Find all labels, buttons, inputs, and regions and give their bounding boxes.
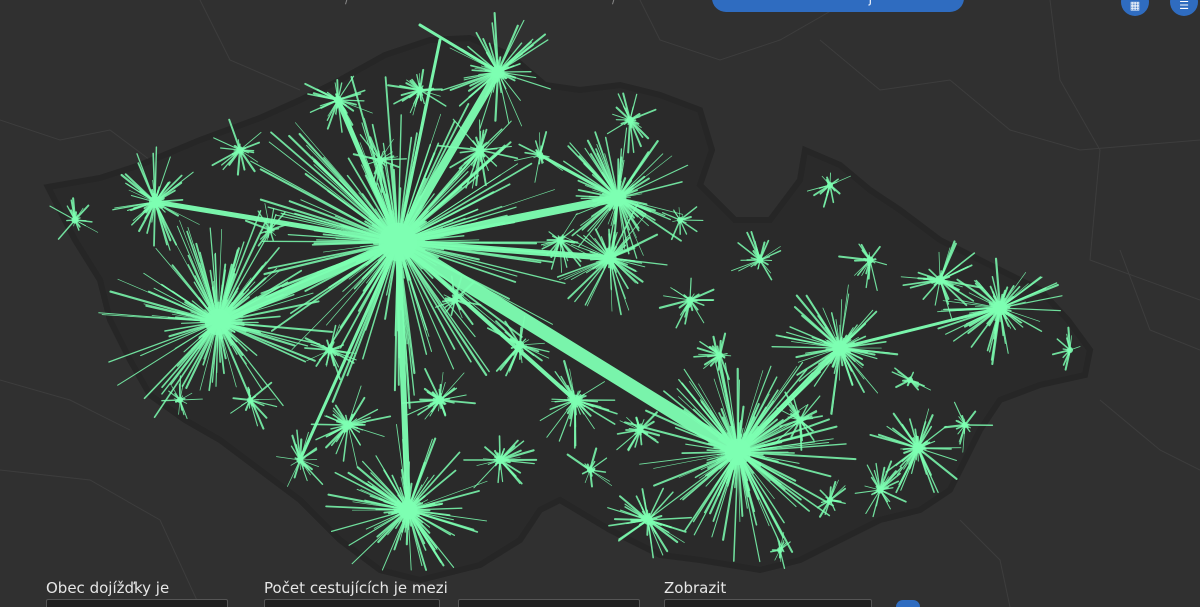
hub-core — [378, 222, 418, 262]
top-bar-text-left-a: / — [345, 0, 349, 6]
hub-core — [376, 156, 384, 164]
hub-core — [267, 227, 273, 233]
hub-core — [609, 189, 627, 207]
hub-core — [935, 275, 945, 285]
hub-core — [643, 515, 653, 525]
hub-core — [777, 547, 783, 553]
passenger-count-min-input[interactable] — [264, 599, 440, 607]
hub-core — [491, 65, 505, 79]
filter-bar: Obec dojížďky je Počet cestujících je me… — [0, 574, 1200, 607]
hub-core — [962, 422, 968, 428]
hub-core — [177, 397, 183, 403]
hub-core — [451, 296, 459, 304]
hub-core — [832, 340, 848, 356]
hub-core — [333, 95, 343, 105]
hub-core — [495, 455, 505, 465]
display-label: Zobrazit — [664, 579, 727, 597]
commute-flow-map[interactable] — [0, 0, 1200, 607]
hub-core — [626, 116, 634, 124]
hub-core — [587, 467, 593, 473]
hub-core — [71, 216, 79, 224]
hub-core — [686, 296, 694, 304]
map-view[interactable]: / / j ▦ ☰ Obec dojížďky je Počet cestují… — [0, 0, 1200, 607]
hub-core — [536, 151, 544, 159]
hub-core — [475, 145, 485, 155]
hub-core — [398, 500, 418, 520]
hub-core — [416, 86, 424, 94]
hub-core — [827, 497, 833, 503]
hub-core — [204, 308, 232, 336]
hub-core — [326, 346, 334, 354]
top-action-button-label: j — [869, 0, 872, 6]
passenger-count-max-input[interactable] — [458, 599, 640, 607]
hub-core — [569, 394, 581, 406]
hub-core — [149, 196, 161, 208]
hub-core — [435, 395, 445, 405]
hub-core — [1067, 347, 1073, 353]
hub-core — [912, 442, 924, 454]
display-select[interactable] — [664, 599, 872, 607]
hub-core — [296, 456, 304, 464]
hub-core — [343, 420, 353, 430]
top-bar-text-left-b: / — [612, 0, 616, 6]
hub-core — [827, 182, 833, 188]
hub-core — [992, 300, 1008, 316]
top-action-button[interactable]: j — [712, 0, 964, 12]
hub-core — [515, 340, 525, 350]
hub-core — [717, 352, 723, 358]
hub-core — [636, 426, 644, 434]
flow-ray — [310, 423, 349, 426]
hub-core — [677, 217, 683, 223]
hub-core — [907, 377, 913, 383]
hub-core — [756, 256, 764, 264]
passenger-count-label: Počet cestujících je mezi — [264, 579, 448, 597]
hub-core — [603, 251, 617, 265]
commute-town-select[interactable] — [46, 599, 228, 607]
hub-core — [556, 236, 564, 244]
apply-button[interactable] — [896, 600, 920, 607]
hub-core — [866, 256, 874, 264]
hub-core — [247, 397, 253, 403]
czech-republic-outline — [43, 34, 1094, 584]
hub-core — [796, 416, 804, 424]
hub-core — [724, 438, 752, 466]
commute-town-label: Obec dojížďky je — [46, 579, 170, 597]
hub-core — [236, 146, 244, 154]
hub-core — [876, 486, 884, 494]
